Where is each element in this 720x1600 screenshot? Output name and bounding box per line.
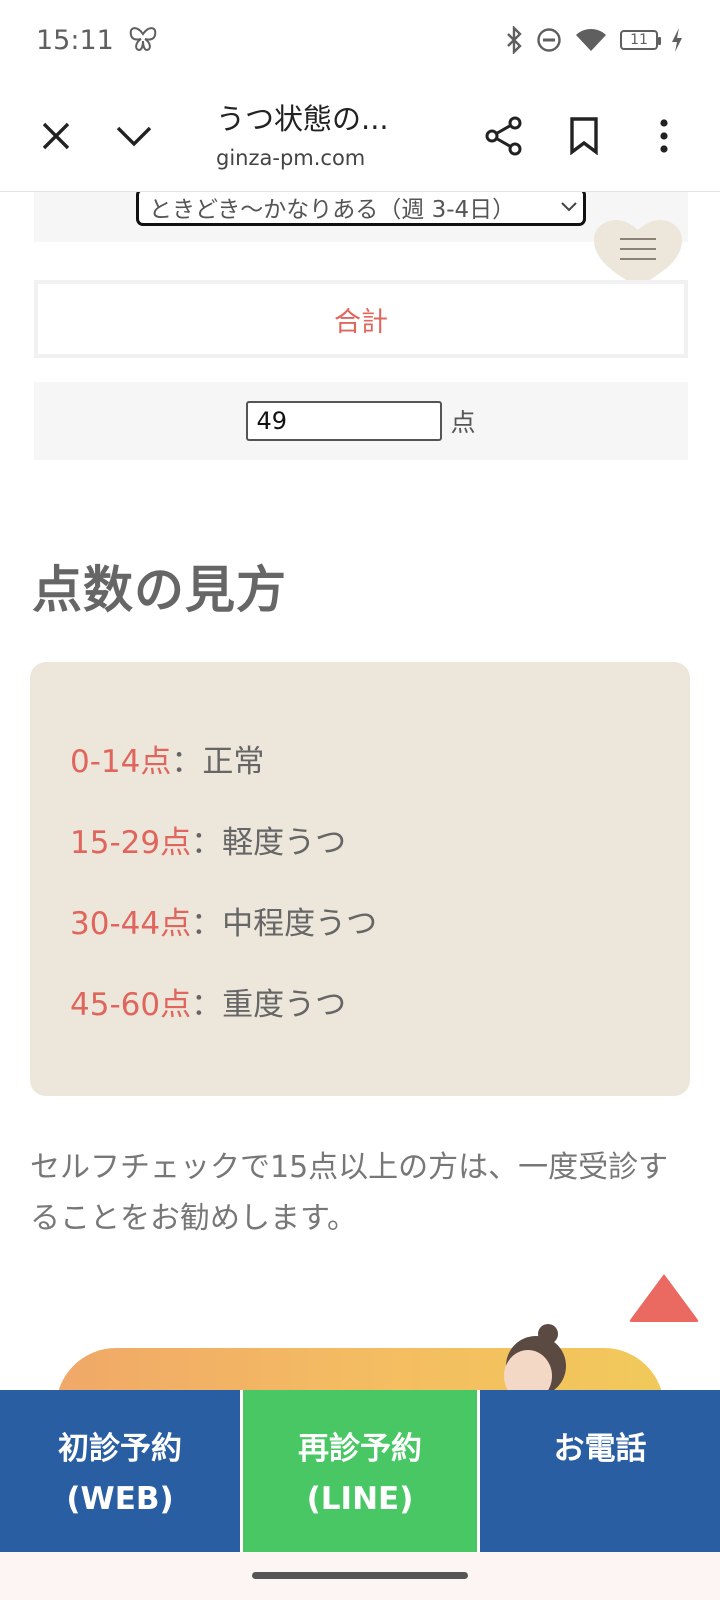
legend-range: 30-44点 bbox=[70, 906, 192, 942]
legend-range: 15-29点 bbox=[70, 825, 192, 861]
triangle-up-icon bbox=[629, 1274, 699, 1322]
wifi-icon bbox=[574, 27, 608, 53]
line-booking-sublabel: (LINE) bbox=[306, 1481, 414, 1517]
score-legend: 0-14点：正常 15-29点：軽度うつ 30-44点：中程度うつ 45-60点… bbox=[30, 662, 690, 1096]
bottom-nav: 初診予約 (WEB) 再診予約 (LINE) お電話 bbox=[0, 1390, 720, 1552]
legend-range: 0-14点 bbox=[70, 744, 172, 780]
page-content: ときどき〜かなりある（週 3-4日） 合計 点 点数の見方 0-14点：正常 bbox=[0, 192, 720, 1392]
legend-item: 0-14点：正常 bbox=[70, 736, 264, 781]
score-input[interactable] bbox=[246, 401, 443, 441]
select-chevron-icon bbox=[555, 197, 583, 218]
legend-separator: ： bbox=[171, 744, 203, 780]
line-booking-label: 再診予約 bbox=[298, 1431, 422, 1467]
charging-icon bbox=[670, 27, 684, 53]
browser-toolbar: うつ状態の... ginza-pm.com bbox=[0, 80, 720, 192]
screen: 15:11 11 うつ状態の... ginza-pm.com ときどき〜かなりあ… bbox=[0, 0, 720, 1600]
bluetooth-icon bbox=[504, 26, 524, 54]
answer-row: ときどき〜かなりある（週 3-4日） bbox=[34, 192, 688, 242]
bookmark-icon[interactable] bbox=[554, 106, 614, 166]
legend-item: 45-60点：重度うつ bbox=[70, 979, 346, 1024]
web-booking-button[interactable]: 初診予約 (WEB) bbox=[0, 1390, 240, 1552]
status-bar: 15:11 11 bbox=[0, 0, 720, 80]
status-right: 11 bbox=[504, 26, 684, 54]
line-booking-button[interactable]: 再診予約 (LINE) bbox=[240, 1390, 480, 1552]
hamburger-icon bbox=[620, 238, 656, 268]
legend-label: 中程度うつ bbox=[222, 906, 378, 942]
recommendation-note: セルフチェックで15点以上の方は、一度受診することをお勧めします。 bbox=[30, 1150, 669, 1236]
page-title: うつ状態の... bbox=[216, 102, 389, 136]
page-title-block[interactable]: うつ状態の... ginza-pm.com bbox=[216, 96, 456, 170]
legend-separator: ： bbox=[191, 825, 223, 861]
gesture-area bbox=[0, 1552, 720, 1600]
page-url: ginza-pm.com bbox=[216, 146, 366, 170]
menu-button[interactable] bbox=[592, 218, 684, 288]
promo-banner[interactable] bbox=[56, 1348, 664, 1392]
butterfly-icon bbox=[128, 26, 158, 54]
phone-label: お電話 bbox=[553, 1431, 647, 1467]
legend-item: 15-29点：軽度うつ bbox=[70, 817, 346, 862]
total-label: 合計 bbox=[34, 280, 688, 358]
legend-separator: ： bbox=[191, 987, 223, 1023]
answer-select-value: ときどき〜かなりある（週 3-4日） bbox=[149, 197, 516, 223]
web-booking-sublabel: (WEB) bbox=[66, 1481, 174, 1517]
legend-separator: ： bbox=[191, 906, 223, 942]
scroll-to-top-button[interactable] bbox=[628, 1272, 700, 1324]
web-booking-label: 初診予約 bbox=[58, 1431, 182, 1467]
status-left: 15:11 bbox=[36, 25, 158, 56]
home-gesture-bar[interactable] bbox=[252, 1572, 468, 1579]
chevron-down-icon[interactable] bbox=[104, 106, 164, 166]
legend-label: 正常 bbox=[202, 744, 265, 780]
score-row: 点 bbox=[34, 382, 688, 460]
share-icon[interactable] bbox=[474, 106, 534, 166]
close-icon[interactable] bbox=[26, 106, 86, 166]
answer-select[interactable]: ときどき〜かなりある（週 3-4日） bbox=[136, 192, 586, 226]
score-unit: 点 bbox=[450, 408, 476, 437]
legend-label: 軽度うつ bbox=[222, 825, 347, 861]
section-title: 点数の見方 bbox=[32, 561, 287, 619]
phone-button[interactable]: お電話 bbox=[480, 1390, 720, 1552]
do-not-disturb-icon bbox=[536, 27, 562, 53]
status-time: 15:11 bbox=[36, 24, 114, 56]
legend-label: 重度うつ bbox=[222, 987, 347, 1023]
more-vert-icon[interactable] bbox=[634, 106, 694, 166]
legend-item: 30-44点：中程度うつ bbox=[70, 898, 377, 943]
battery-icon: 11 bbox=[620, 30, 661, 50]
legend-range: 45-60点 bbox=[70, 987, 192, 1023]
person-illustration bbox=[492, 1322, 572, 1392]
